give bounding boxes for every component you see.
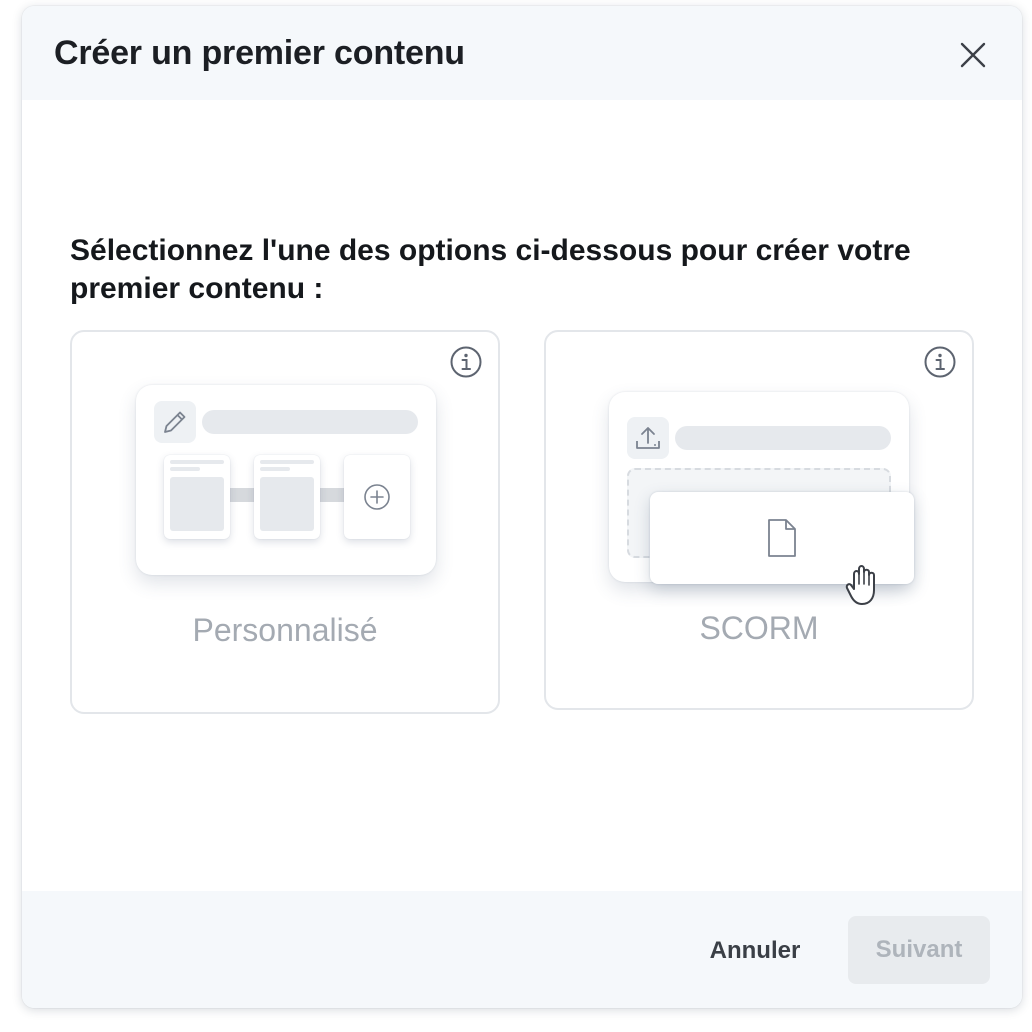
next-button[interactable]: Suivant	[848, 916, 990, 984]
title-placeholder-bar	[675, 426, 891, 450]
cancel-button[interactable]: Annuler	[694, 921, 816, 981]
create-content-dialog: Créer un premier contenu Sélectionnez l'…	[22, 6, 1022, 1008]
pencil-tile	[154, 401, 196, 443]
file-icon	[768, 519, 796, 557]
instruction-text: Sélectionnez l'une des options ci-dessou…	[70, 234, 911, 305]
option-card-scorm[interactable]: SCORM	[544, 330, 974, 710]
upload-tile	[627, 417, 669, 459]
close-button[interactable]	[954, 36, 992, 74]
connector-line	[318, 488, 344, 502]
hand-cursor-icon	[845, 565, 875, 605]
option-label: SCORM	[699, 610, 819, 646]
info-icon	[450, 346, 482, 378]
dialog-title: Créer un premier contenu	[54, 34, 465, 72]
option-card-custom[interactable]: Personnalisé	[70, 330, 500, 714]
info-button[interactable]	[449, 345, 483, 379]
title-placeholder-bar	[202, 410, 418, 434]
option-label: Personnalisé	[192, 612, 378, 648]
info-icon	[924, 346, 956, 378]
custom-illustration	[136, 385, 436, 575]
content-block-card	[164, 455, 230, 539]
upload-icon	[636, 427, 660, 449]
pencil-icon	[164, 411, 186, 433]
plus-circle-icon	[364, 484, 390, 510]
dialog-header: Créer un premier contenu	[22, 6, 1022, 100]
content-block-card	[254, 455, 320, 539]
close-icon	[960, 42, 986, 68]
connector-line	[228, 488, 254, 502]
info-button[interactable]	[923, 345, 957, 379]
dialog-footer: Annuler Suivant	[22, 891, 1022, 1008]
add-block-card	[344, 455, 410, 539]
